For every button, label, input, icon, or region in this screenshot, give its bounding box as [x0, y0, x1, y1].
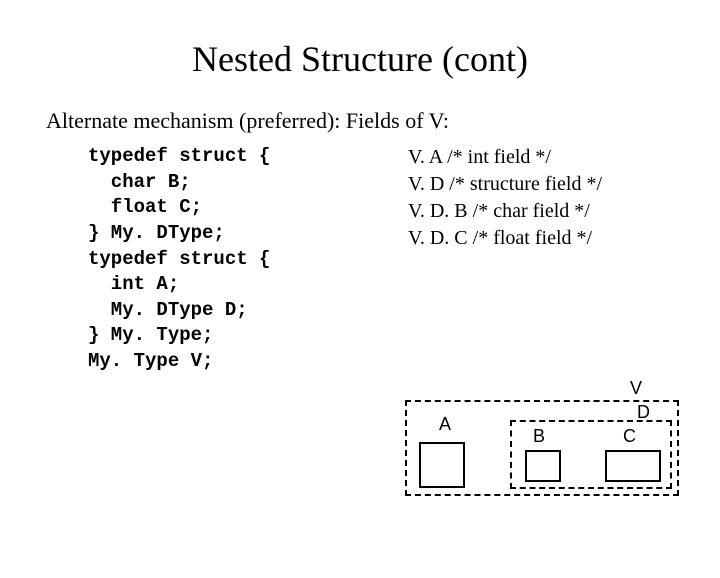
code-line: My. Type V;: [88, 349, 388, 375]
code-line: char B;: [88, 170, 388, 196]
fields-block: V. A /* int field */ V. D /* structure f…: [408, 144, 602, 375]
code-block: typedef struct { char B; float C; } My. …: [88, 144, 388, 375]
code-line: typedef struct {: [88, 247, 388, 273]
label-v: V: [630, 378, 642, 399]
box-b: [525, 450, 561, 482]
subtitle-right: Fields of V:: [346, 108, 449, 133]
box-a: [419, 442, 465, 488]
field-line: V. A /* int field */: [408, 144, 602, 171]
code-line: My. DType D;: [88, 298, 388, 324]
slide-title: Nested Structure (cont): [0, 38, 720, 80]
field-line: V. D /* structure field */: [408, 171, 602, 198]
label-c: C: [623, 426, 636, 447]
code-line: } My. DType;: [88, 221, 388, 247]
field-line: V. D. B /* char field */: [408, 198, 602, 225]
code-line: float C;: [88, 195, 388, 221]
field-line: V. D. C /* float field */: [408, 225, 602, 252]
label-a: A: [439, 414, 451, 435]
code-line: typedef struct {: [88, 144, 388, 170]
box-c: [605, 450, 661, 482]
code-line: } My. Type;: [88, 323, 388, 349]
subtitle-left: Alternate mechanism (preferred):: [46, 108, 340, 133]
subtitle: Alternate mechanism (preferred): Fields …: [46, 108, 720, 134]
label-b: B: [533, 426, 545, 447]
content-columns: typedef struct { char B; float C; } My. …: [0, 144, 720, 375]
code-line: int A;: [88, 272, 388, 298]
